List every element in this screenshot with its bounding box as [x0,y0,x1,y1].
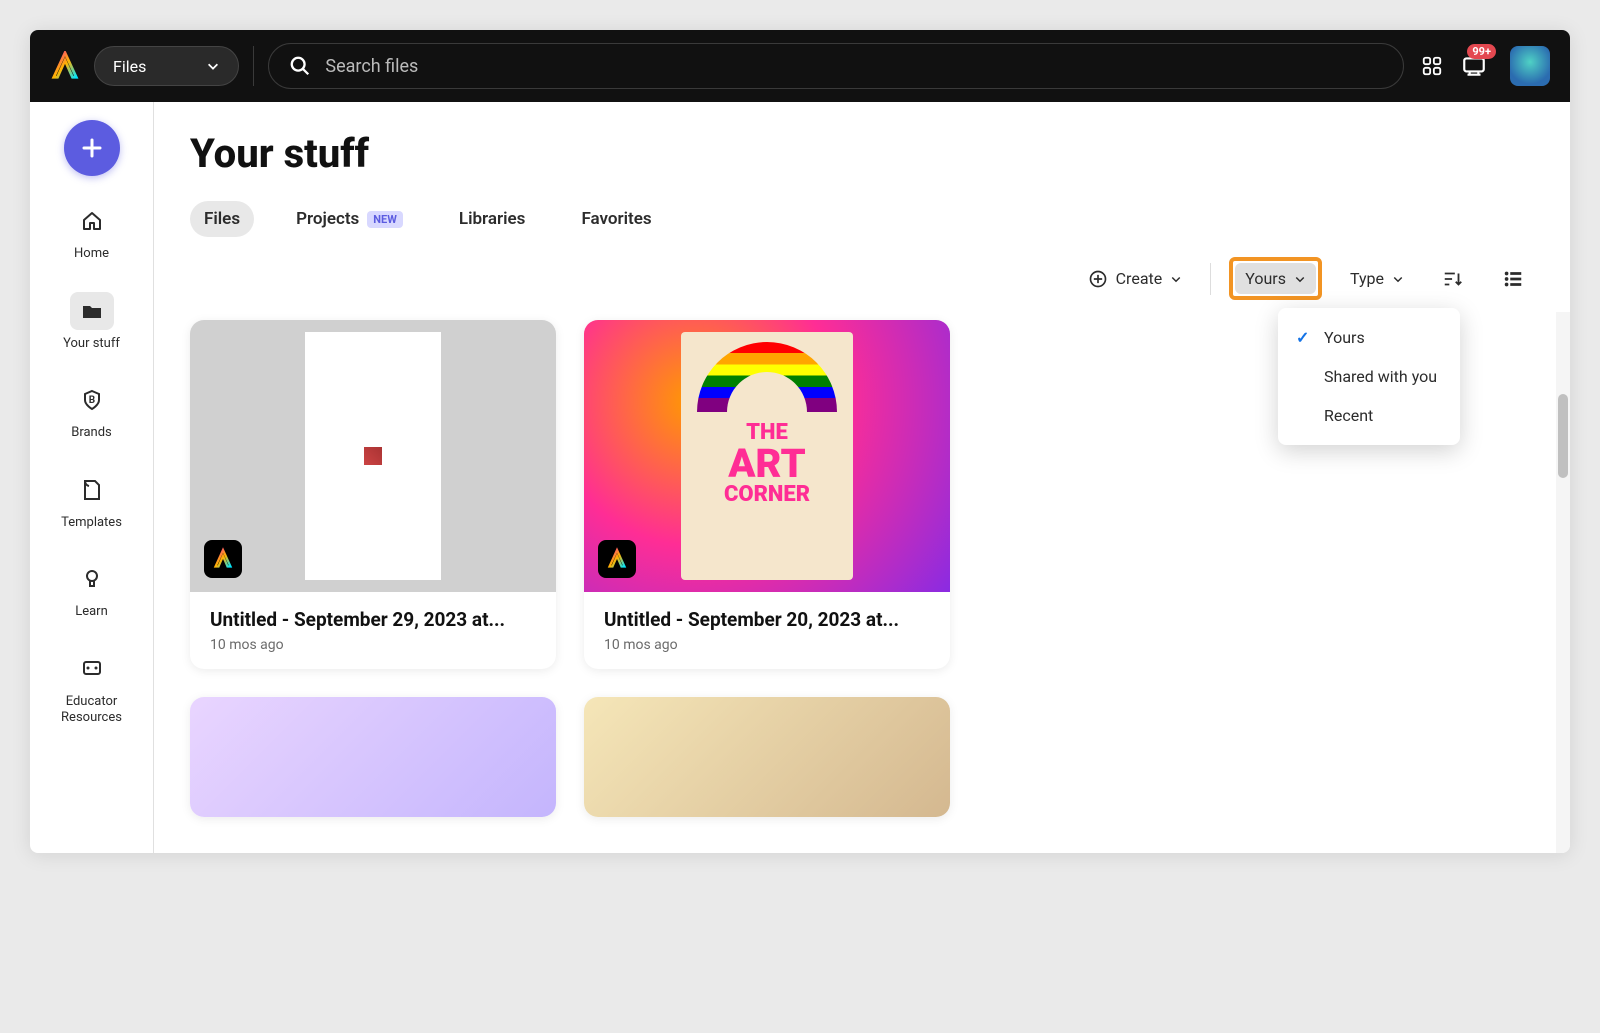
dropdown-item-shared[interactable]: Shared with you [1278,357,1460,396]
card-title: Untitled - September 20, 2023 at... [604,608,930,631]
templates-icon [80,478,104,502]
sidebar-item-templates[interactable]: Templates [47,467,137,535]
files-grid-row2 [190,697,1534,817]
chevron-down-icon [1294,273,1306,285]
sidebar: Home Your stuff B Brands Templates Learn… [30,102,154,853]
card-info: Untitled - September 20, 2023 at... 10 m… [584,592,950,669]
create-button[interactable]: Create [1078,263,1193,295]
main-area: Home Your stuff B Brands Templates Learn… [30,102,1570,853]
type-filter-dropdown[interactable]: Type [1340,263,1414,294]
file-card[interactable]: Untitled - September 29, 2023 at... 10 m… [190,320,556,669]
toolbar: Create Yours Type [190,257,1534,300]
sidebar-item-home[interactable]: Home [47,198,137,266]
chevron-down-icon [206,59,220,73]
tabs: Files ProjectsNEW Libraries Favorites [190,201,1534,237]
app-window: Files 99+ Home [30,30,1570,853]
sidebar-item-learn[interactable]: Learn [47,556,137,624]
page-title: Your stuff [190,130,1534,177]
card-meta: 10 mos ago [604,637,930,653]
notification-badge: 99+ [1467,44,1496,59]
file-card[interactable] [584,697,950,817]
folder-icon [80,299,104,323]
topbar: Files 99+ [30,30,1570,102]
sidebar-item-label: Templates [61,515,122,531]
content-area: Your stuff Files ProjectsNEW Libraries F… [154,102,1570,853]
thumbnail: THE ART CORNER [584,320,950,592]
scope-dropdown[interactable]: Files [94,46,239,86]
sidebar-item-yourstuff[interactable]: Your stuff [47,288,137,356]
sidebar-item-label: Home [74,246,109,262]
sidebar-item-label: Brands [71,425,112,441]
dropdown-item-yours[interactable]: ✓ Yours [1278,318,1460,357]
learn-icon [80,567,104,591]
chevron-down-icon [1392,273,1404,285]
search-icon [289,55,311,77]
brand-icon: B [80,388,104,412]
app-badge-icon [598,540,636,578]
list-view-icon [1502,268,1524,290]
sidebar-item-label: Your stuff [63,336,120,352]
search-input[interactable] [325,56,1383,77]
sidebar-item-label: Learn [75,604,108,620]
search-bar[interactable] [268,43,1404,89]
divider [253,46,254,86]
chevron-down-icon [1170,273,1182,285]
card-info: Untitled - September 29, 2023 at... 10 m… [190,592,556,669]
check-icon: ✓ [1296,328,1314,347]
file-card[interactable] [190,697,556,817]
sidebar-item-brands[interactable]: B Brands [47,377,137,445]
dropdown-item-recent[interactable]: Recent [1278,396,1460,435]
sidebar-item-educator[interactable]: Educator Resources [47,646,137,729]
scrollbar-thumb[interactable] [1558,394,1568,478]
sort-button[interactable] [1432,262,1474,296]
card-title: Untitled - September 29, 2023 at... [210,608,536,631]
thumbnail [584,697,950,817]
app-badge-icon [204,540,242,578]
view-toggle-button[interactable] [1492,262,1534,296]
file-card[interactable]: THE ART CORNER Untitled - September 20, … [584,320,950,669]
create-new-button[interactable] [64,120,120,176]
tutorial-highlight: Yours [1229,257,1322,300]
scope-dropdown-label: Files [113,57,146,76]
plus-icon [80,136,104,160]
sidebar-item-label: Educator Resources [51,694,133,725]
ownership-dropdown-menu: ✓ Yours Shared with you Recent [1278,308,1460,445]
user-avatar[interactable] [1510,46,1550,86]
plus-circle-icon [1088,269,1108,289]
sort-icon [1442,268,1464,290]
tab-projects[interactable]: ProjectsNEW [282,201,417,237]
tab-libraries[interactable]: Libraries [445,201,540,237]
thumbnail [190,320,556,592]
notifications-button[interactable]: 99+ [1460,52,1488,80]
ownership-filter-dropdown[interactable]: Yours [1235,263,1316,294]
apps-grid-icon[interactable] [1418,52,1446,80]
tab-files[interactable]: Files [190,201,254,237]
home-icon [80,209,104,233]
svg-text:B: B [88,395,94,406]
card-meta: 10 mos ago [210,637,536,653]
tab-favorites[interactable]: Favorites [567,201,665,237]
separator [1210,263,1211,295]
thumbnail [190,697,556,817]
new-badge: NEW [367,211,403,228]
adobe-express-logo[interactable] [50,51,80,81]
educator-icon [80,657,104,681]
